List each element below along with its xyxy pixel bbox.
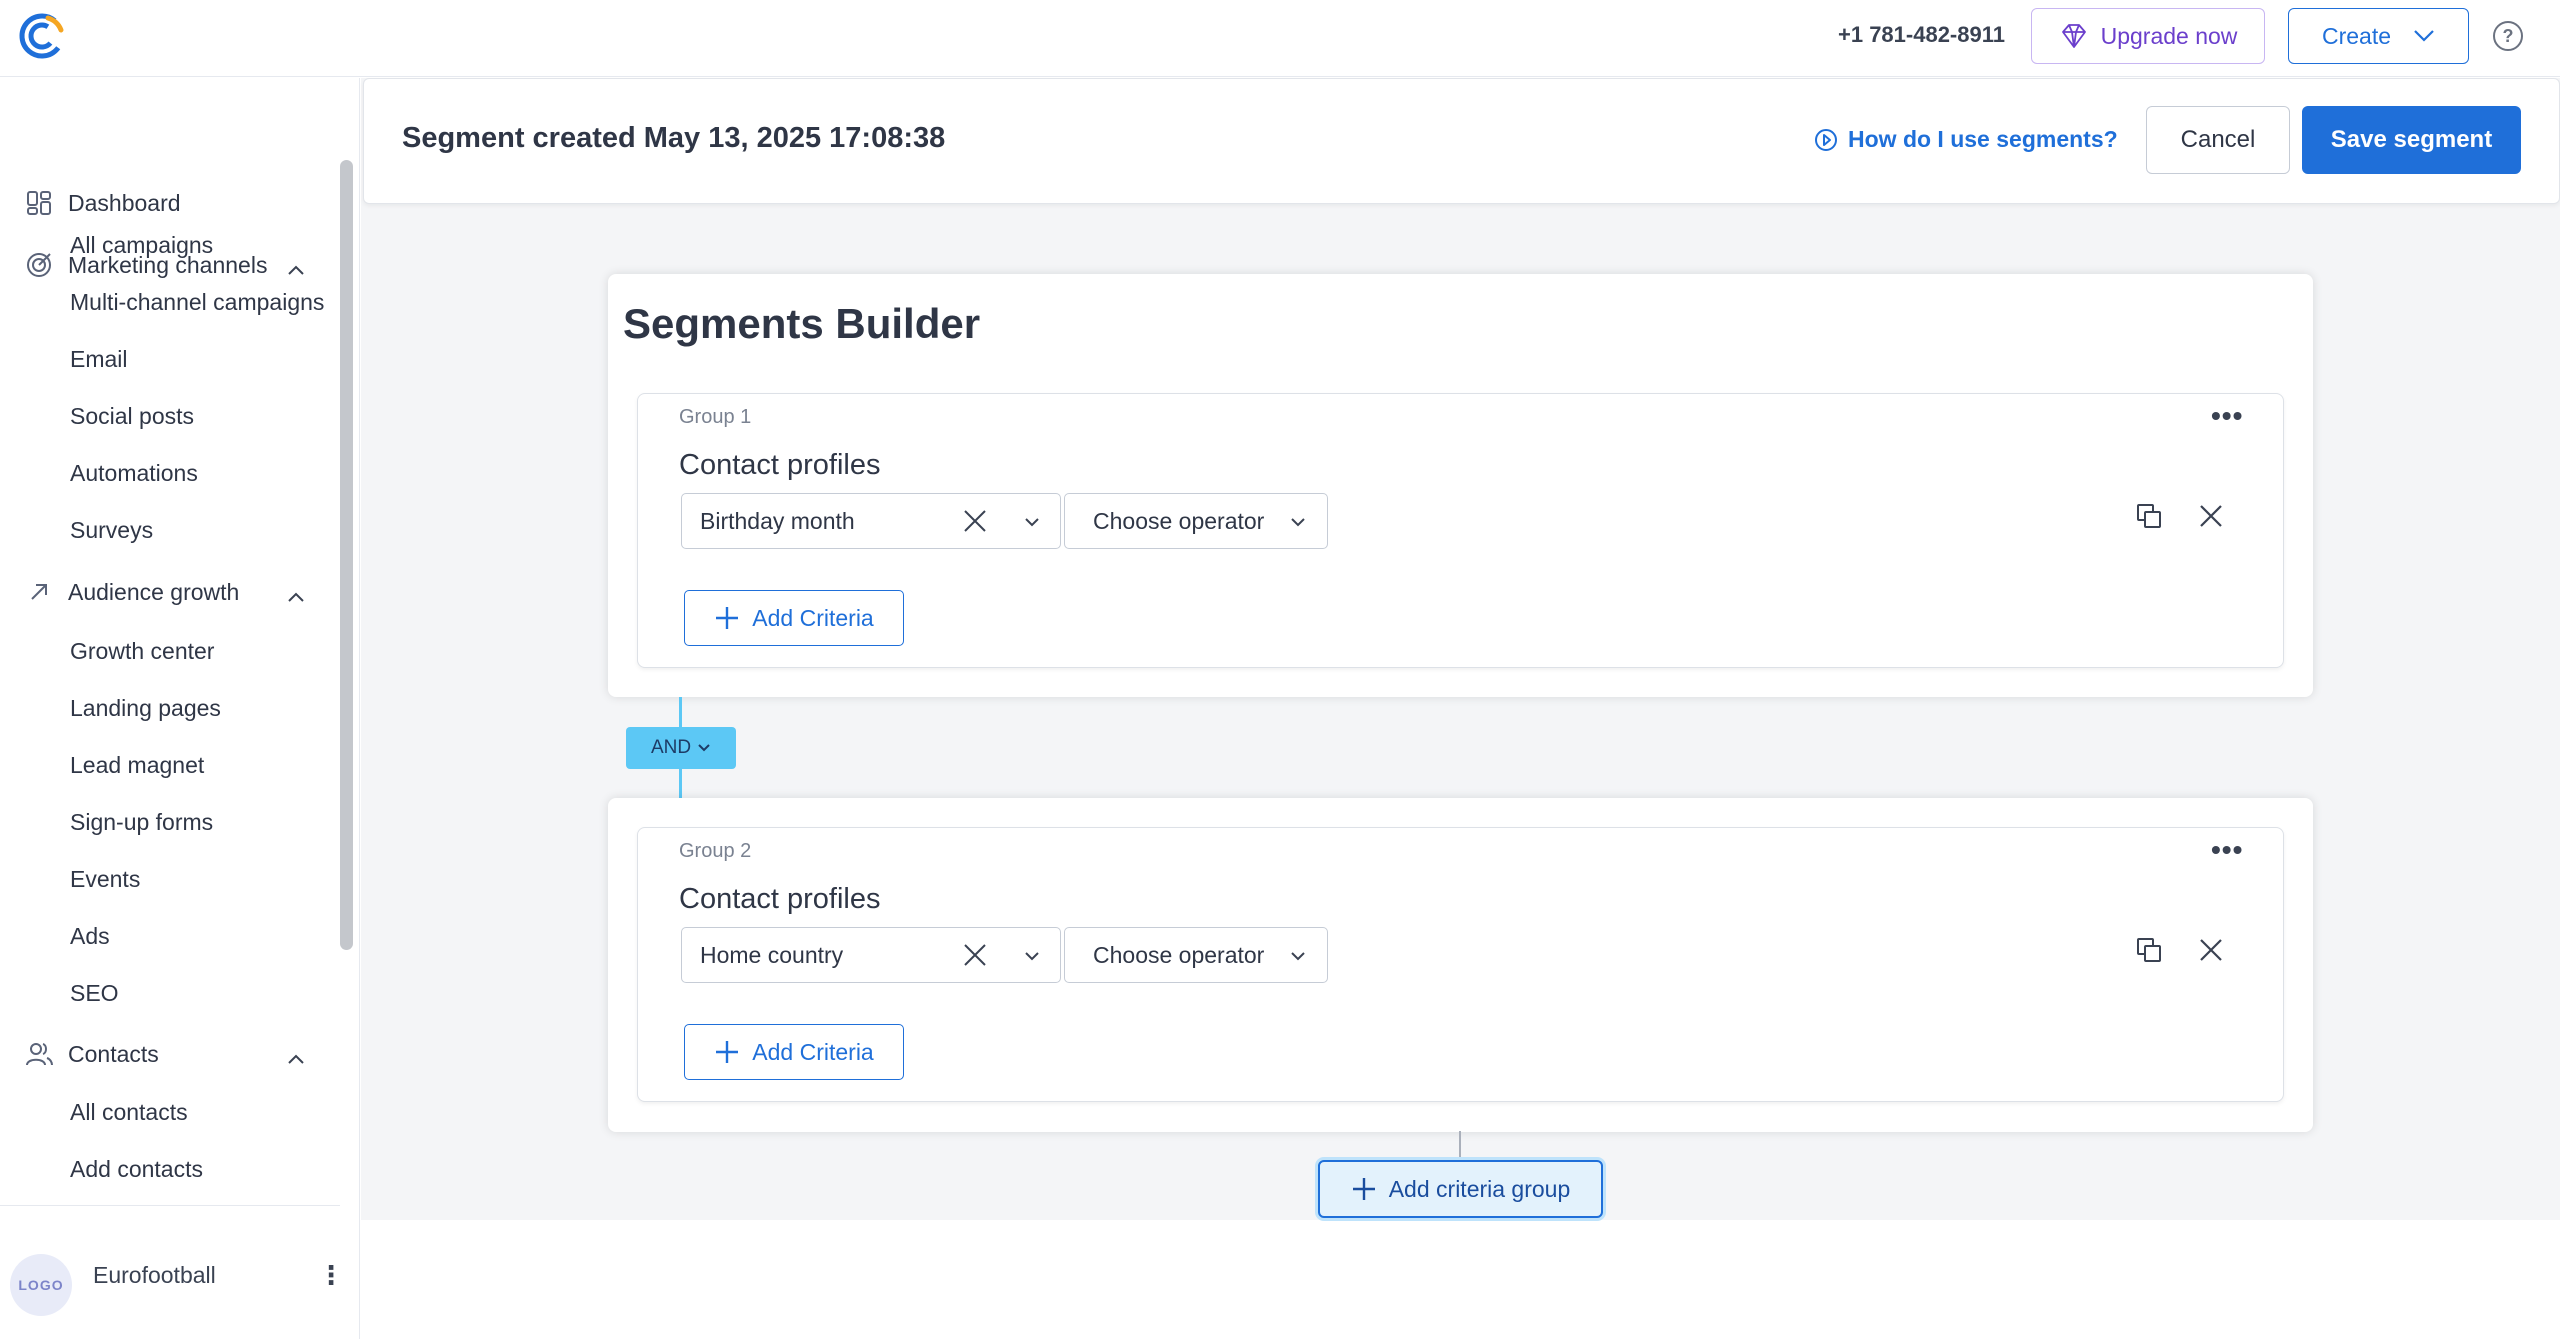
and-operator-toggle[interactable]: AND [626, 727, 736, 769]
sidebar-item-events[interactable]: Events [70, 866, 140, 893]
cancel-button[interactable]: Cancel [2146, 106, 2290, 174]
and-label: AND [650, 737, 692, 758]
add-criteria-group-button[interactable]: Add criteria group [1318, 1160, 1603, 1218]
operator-select-placeholder: Choose operator [1093, 508, 1265, 534]
connector-line [679, 769, 682, 798]
arrow-up-right-icon [24, 577, 54, 607]
sidebar-item-surveys[interactable]: Surveys [70, 517, 153, 544]
sidebar-item-label: Contacts [68, 1040, 159, 1067]
clear-icon[interactable] [960, 940, 990, 970]
create-button[interactable]: Create [2288, 8, 2469, 64]
sidebar-item-ads[interactable]: Ads [70, 923, 110, 950]
sidebar-item-label: Dashboard [68, 189, 181, 216]
upgrade-label: Upgrade now [2100, 22, 2238, 49]
connector-line [679, 697, 682, 727]
upgrade-button[interactable]: Upgrade now [2031, 8, 2265, 64]
create-label: Create [2321, 22, 2392, 49]
chevron-down-icon [1291, 952, 1305, 961]
group-heading: Contact profiles [679, 449, 881, 481]
sidebar-item-multi-channel-campaigns[interactable]: Multi-channel campaigns [70, 289, 324, 316]
sidebar-item-landing-pages[interactable]: Landing pages [70, 695, 221, 722]
constant-contact-logo-icon[interactable] [18, 12, 66, 60]
sidebar-item-growth-center[interactable]: Growth center [70, 638, 214, 665]
account-menu-icon[interactable]: ⋮ [318, 1262, 344, 1288]
chevron-down-icon [2414, 30, 2434, 42]
chevron-down-icon [698, 744, 710, 752]
add-criteria-button[interactable]: Add Criteria [684, 590, 904, 646]
group-heading: Contact profiles [679, 883, 881, 915]
group-label: Group 2 [679, 840, 752, 862]
top-bar: +1 781-482-8911 Upgrade now Create ? [0, 0, 2560, 77]
sidebar-item-audience-growth[interactable]: Audience growth [24, 577, 239, 607]
add-criteria-label: Add Criteria [752, 604, 874, 631]
clear-icon[interactable] [960, 506, 990, 536]
field-select-value: Birthday month [700, 508, 855, 534]
chevron-down-icon [1025, 518, 1039, 527]
plus-icon [716, 607, 739, 629]
target-icon [24, 250, 54, 280]
builder-title: Segments Builder [623, 300, 981, 347]
sidebar-item-lead-magnet[interactable]: Lead magnet [70, 752, 204, 779]
contacts-icon [24, 1039, 54, 1069]
connector-line [1459, 1131, 1461, 1161]
chevron-down-icon [1025, 952, 1039, 961]
add-criteria-group-label: Add criteria group [1388, 1175, 1571, 1202]
sidebar-item-sign-up-forms[interactable]: Sign-up forms [70, 809, 213, 836]
sidebar-item-label: Audience growth [68, 578, 240, 605]
how-to-segments-link[interactable]: How do I use segments? [1814, 126, 2118, 153]
dashboard-icon [24, 188, 54, 218]
group-menu-icon[interactable]: ••• [2211, 834, 2243, 866]
sidebar: Dashboard Marketing channels All campaig… [0, 78, 360, 1339]
chevron-up-icon[interactable] [286, 1049, 306, 1069]
operator-select-placeholder: Choose operator [1093, 942, 1265, 968]
sidebar-item-seo[interactable]: SEO [70, 980, 119, 1007]
chevron-up-icon[interactable] [286, 260, 306, 280]
duplicate-icon[interactable] [2134, 501, 2164, 531]
add-criteria-button[interactable]: Add Criteria [684, 1024, 904, 1080]
plus-icon [1352, 1178, 1375, 1200]
save-segment-button[interactable]: Save segment [2302, 106, 2521, 174]
duplicate-icon[interactable] [2134, 935, 2164, 965]
sidebar-scrollbar[interactable] [340, 160, 353, 950]
page-title: Segment created May 13, 2025 17:08:38 [402, 122, 946, 154]
how-link-label: How do I use segments? [1848, 126, 2118, 152]
field-select-value: Home country [700, 942, 844, 968]
sidebar-item-all-contacts[interactable]: All contacts [70, 1099, 188, 1126]
diamond-icon [2061, 24, 2086, 48]
sidebar-item-add-contacts[interactable]: Add contacts [70, 1156, 203, 1183]
operator-select[interactable]: Choose operator [1064, 927, 1328, 983]
remove-criteria-icon[interactable] [2196, 935, 2226, 965]
phone-number[interactable]: +1 781-482-8911 [1838, 22, 2005, 48]
field-select[interactable]: Home country [681, 927, 1061, 983]
help-icon[interactable]: ? [2493, 21, 2523, 51]
main-footer-area [361, 1220, 2560, 1339]
sidebar-item-all-campaigns[interactable]: All campaigns [70, 232, 213, 259]
chevron-down-icon [1291, 518, 1305, 527]
sidebar-item-social-posts[interactable]: Social posts [70, 403, 194, 430]
org-name[interactable]: Eurofootball [93, 1262, 216, 1289]
group-label: Group 1 [679, 406, 752, 428]
sidebar-item-email[interactable]: Email [70, 346, 128, 373]
operator-select[interactable]: Choose operator [1064, 493, 1328, 549]
avatar[interactable]: LOGO [10, 1254, 72, 1316]
plus-icon [716, 1041, 739, 1063]
sidebar-item-automations[interactable]: Automations [70, 460, 198, 487]
chevron-up-icon[interactable] [286, 587, 306, 607]
remove-criteria-icon[interactable] [2196, 501, 2226, 531]
sidebar-item-dashboard[interactable]: Dashboard [24, 188, 181, 218]
sidebar-item-contacts[interactable]: Contacts [24, 1039, 159, 1069]
add-criteria-label: Add Criteria [752, 1038, 874, 1065]
group-menu-icon[interactable]: ••• [2211, 400, 2243, 432]
field-select[interactable]: Birthday month [681, 493, 1061, 549]
play-circle-icon [1815, 128, 1837, 151]
